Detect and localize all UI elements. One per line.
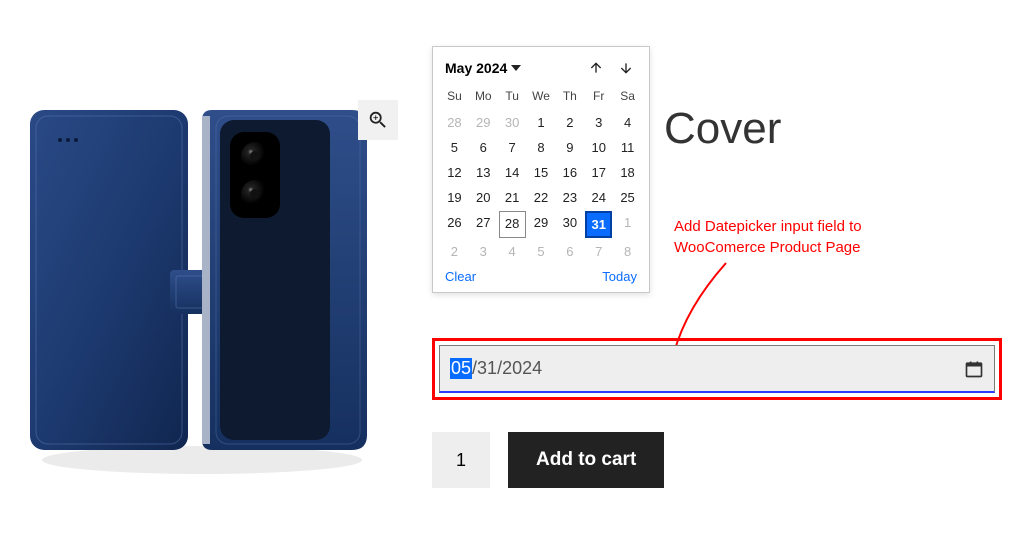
datepicker-day[interactable]: 9 bbox=[556, 136, 583, 159]
calendar-icon[interactable] bbox=[964, 359, 984, 379]
datepicker-day[interactable]: 1 bbox=[528, 111, 555, 134]
datepicker-clear-button[interactable]: Clear bbox=[445, 269, 476, 284]
datepicker-day[interactable]: 13 bbox=[470, 161, 497, 184]
datepicker-grid: SuMoTuWeThFrSa28293012345678910111213141… bbox=[441, 87, 641, 263]
annotation-line-1: Add Datepicker input field to bbox=[674, 216, 914, 237]
datepicker-day[interactable]: 4 bbox=[614, 111, 641, 134]
datepicker-day[interactable]: 25 bbox=[614, 186, 641, 209]
magnifier-plus-icon bbox=[367, 109, 389, 131]
datepicker-day[interactable]: 21 bbox=[499, 186, 526, 209]
datepicker-day[interactable]: 4 bbox=[499, 240, 526, 263]
dropdown-triangle-icon bbox=[511, 65, 521, 71]
datepicker-day[interactable]: 26 bbox=[441, 211, 468, 238]
datepicker-day[interactable]: 7 bbox=[585, 240, 612, 263]
product-info-column: Cover May 2024 SuMoTuWeThFrSa28293012345… bbox=[432, 40, 1012, 510]
datepicker-day[interactable]: 14 bbox=[499, 161, 526, 184]
datepicker-popup: May 2024 SuMoTuWeThFrSa28293012345678910… bbox=[432, 46, 650, 293]
datepicker-dow: Fr bbox=[585, 87, 612, 109]
datepicker-dow: Sa bbox=[614, 87, 641, 109]
datepicker-day[interactable]: 10 bbox=[585, 136, 612, 159]
arrow-down-icon bbox=[618, 60, 634, 76]
arrow-up-icon bbox=[588, 60, 604, 76]
datepicker-day[interactable]: 30 bbox=[499, 111, 526, 134]
datepicker-dow: Su bbox=[441, 87, 468, 109]
datepicker-day[interactable]: 22 bbox=[528, 186, 555, 209]
datepicker-day[interactable]: 3 bbox=[585, 111, 612, 134]
datepicker-day[interactable]: 27 bbox=[470, 211, 497, 238]
datepicker-day[interactable]: 6 bbox=[470, 136, 497, 159]
datepicker-day[interactable]: 2 bbox=[441, 240, 468, 263]
annotation-line-2: WooComerce Product Page bbox=[674, 237, 914, 258]
annotation-callout: Add Datepicker input field to WooComerce… bbox=[674, 216, 914, 258]
datepicker-next-button[interactable] bbox=[615, 57, 637, 79]
datepicker-day[interactable]: 31 bbox=[585, 211, 612, 238]
datepicker-day[interactable]: 18 bbox=[614, 161, 641, 184]
datepicker-dow: We bbox=[528, 87, 555, 109]
date-year-segment[interactable]: 2024 bbox=[502, 358, 542, 379]
datepicker-day[interactable]: 8 bbox=[614, 240, 641, 263]
datepicker-month-selector[interactable]: May 2024 bbox=[445, 60, 521, 76]
date-day-segment[interactable]: 31 bbox=[477, 358, 497, 379]
image-zoom-button[interactable] bbox=[358, 100, 398, 140]
datepicker-day[interactable]: 11 bbox=[614, 136, 641, 159]
datepicker-prev-button[interactable] bbox=[585, 57, 607, 79]
datepicker-dow: Th bbox=[556, 87, 583, 109]
datepicker-day[interactable]: 28 bbox=[441, 111, 468, 134]
date-month-segment[interactable]: 05 bbox=[450, 358, 472, 379]
product-image bbox=[12, 60, 392, 480]
datepicker-day[interactable]: 15 bbox=[528, 161, 555, 184]
date-input-field[interactable]: 05 / 31 / 2024 bbox=[439, 345, 995, 393]
datepicker-day[interactable]: 28 bbox=[499, 211, 526, 238]
datepicker-day[interactable]: 19 bbox=[441, 186, 468, 209]
product-title: Cover bbox=[664, 104, 1012, 154]
datepicker-day[interactable]: 17 bbox=[585, 161, 612, 184]
datepicker-day[interactable]: 29 bbox=[470, 111, 497, 134]
datepicker-day[interactable]: 3 bbox=[470, 240, 497, 263]
product-image-container bbox=[12, 40, 412, 510]
datepicker-month-label: May 2024 bbox=[445, 60, 507, 76]
datepicker-dow: Tu bbox=[499, 87, 526, 109]
annotation-highlight-box: 05 / 31 / 2024 bbox=[432, 338, 1002, 400]
datepicker-day[interactable]: 8 bbox=[528, 136, 555, 159]
datepicker-day[interactable]: 5 bbox=[528, 240, 555, 263]
datepicker-day[interactable]: 7 bbox=[499, 136, 526, 159]
datepicker-day[interactable]: 1 bbox=[614, 211, 641, 238]
datepicker-day[interactable]: 20 bbox=[470, 186, 497, 209]
datepicker-day[interactable]: 30 bbox=[556, 211, 583, 238]
add-to-cart-row: Add to cart bbox=[432, 432, 664, 488]
datepicker-dow: Mo bbox=[470, 87, 497, 109]
datepicker-today-button[interactable]: Today bbox=[602, 269, 637, 284]
datepicker-day[interactable]: 29 bbox=[528, 211, 555, 238]
datepicker-day[interactable]: 12 bbox=[441, 161, 468, 184]
datepicker-day[interactable]: 5 bbox=[441, 136, 468, 159]
datepicker-day[interactable]: 2 bbox=[556, 111, 583, 134]
datepicker-day[interactable]: 16 bbox=[556, 161, 583, 184]
datepicker-day[interactable]: 23 bbox=[556, 186, 583, 209]
quantity-input[interactable] bbox=[432, 432, 490, 488]
datepicker-day[interactable]: 24 bbox=[585, 186, 612, 209]
add-to-cart-button[interactable]: Add to cart bbox=[508, 432, 664, 488]
datepicker-day[interactable]: 6 bbox=[556, 240, 583, 263]
